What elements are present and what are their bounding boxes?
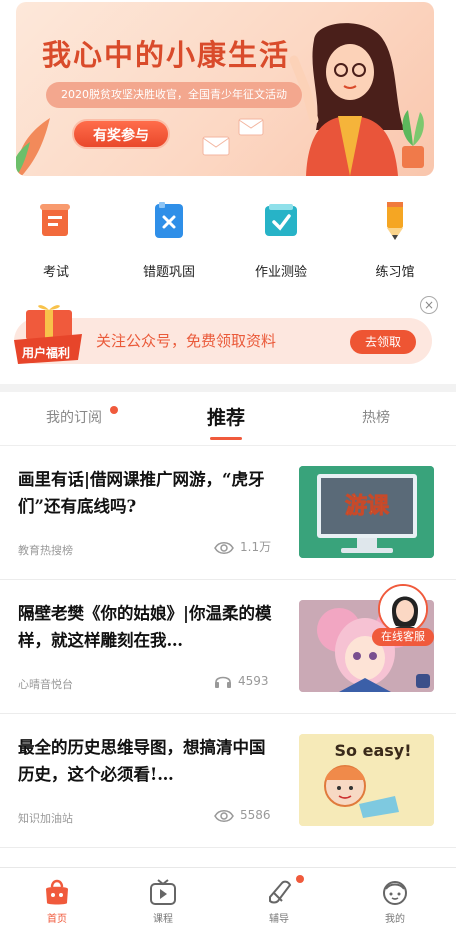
course-play-icon xyxy=(150,879,176,905)
article-title: 隔壁老樊《你的姑娘》|你温柔的模样，就这样雕刻在我… xyxy=(18,604,272,650)
play-count: 4593 xyxy=(238,674,269,688)
eye-icon xyxy=(214,810,234,822)
quick-menu: 考试 错题巩固 作业测验 练习馆 xyxy=(0,196,456,286)
menu-label: 考试 xyxy=(42,265,69,280)
banner-subtitle: 2020脱贫攻坚决胜收官，全国青少年征文活动 xyxy=(46,82,302,108)
section-divider xyxy=(0,384,456,392)
article-thumbnail: So easy! xyxy=(299,734,434,826)
wrong-questions-icon xyxy=(155,202,183,238)
nav-label: 课程 xyxy=(153,914,173,925)
customer-service-button[interactable]: 在线客服 xyxy=(372,584,434,650)
eye-icon xyxy=(214,542,234,554)
promo-text: 关注公众号，免费领取资料 xyxy=(96,332,277,350)
menu-wrong-questions[interactable]: 错题巩固 xyxy=(124,196,214,280)
gift-icon: 用户福利 xyxy=(14,305,82,364)
tab-recommend[interactable]: 推荐 xyxy=(166,392,286,446)
menu-label: 练习馆 xyxy=(375,265,415,280)
activity-banner[interactable]: 我心中的小康生活 2020脱贫攻坚决胜收官，全国青少年征文活动 有奖参与 xyxy=(16,2,434,176)
article-item[interactable]: 画里有话|借网课推广网游，“虎牙们”还有底线吗? 教育热搜榜 1.1万 游课 xyxy=(0,446,456,580)
article-item[interactable]: 最全的历史思维导图，想搞清中国历史，这个必须看!… 知识加油站 5586 So … xyxy=(0,714,456,848)
tutoring-eraser-icon xyxy=(269,880,292,904)
envelope-icon xyxy=(202,136,230,156)
tab-subscriptions[interactable]: 我的订阅 xyxy=(14,392,134,446)
thumbnail-text: So easy! xyxy=(335,741,412,760)
nav-label: 我的 xyxy=(385,914,405,925)
tab-label: 我的订阅 xyxy=(46,410,102,426)
bottom-nav: 首页 课程 辅导 我的 xyxy=(0,867,456,931)
menu-label: 错题巩固 xyxy=(142,265,195,280)
nav-label: 首页 xyxy=(47,914,67,925)
home-bag-icon xyxy=(46,879,68,905)
menu-practice[interactable]: 练习馆 xyxy=(350,196,440,280)
view-count: 1.1万 xyxy=(240,540,272,554)
article-stat: 1.1万 xyxy=(214,538,294,556)
nav-course[interactable]: 课程 xyxy=(106,868,220,931)
leaf-decoration-icon xyxy=(16,118,50,176)
claim-button[interactable]: 去领取 xyxy=(350,330,416,354)
tab-label: 推荐 xyxy=(206,407,245,429)
promo-badge-text: 用户福利 xyxy=(21,345,70,360)
close-icon[interactable]: × xyxy=(420,296,438,314)
nav-label: 辅导 xyxy=(269,914,289,925)
active-tab-indicator xyxy=(210,437,242,440)
article-stat: 4593 xyxy=(214,672,294,690)
agent-avatar xyxy=(378,584,428,634)
article-stat: 5586 xyxy=(214,806,294,824)
article-source: 教育热搜榜 xyxy=(18,544,73,557)
nav-home[interactable]: 首页 xyxy=(0,868,114,931)
participate-button[interactable]: 有奖参与 xyxy=(72,119,170,149)
customer-service-label: 在线客服 xyxy=(372,628,434,646)
headphones-icon xyxy=(215,676,231,688)
promo-strip[interactable]: 用户福利 关注公众号，免费领取资料 去领取 xyxy=(14,305,432,364)
view-count: 5586 xyxy=(240,808,271,822)
exam-scroll-icon xyxy=(40,204,70,236)
homework-check-icon xyxy=(265,204,297,236)
article-source: 知识加油站 xyxy=(18,812,73,825)
potted-plant-icon xyxy=(402,110,424,168)
notification-dot xyxy=(296,875,304,883)
notification-dot xyxy=(110,406,118,414)
envelope-icon xyxy=(238,118,264,136)
article-source: 心晴音悦台 xyxy=(18,678,73,691)
menu-homework[interactable]: 作业测验 xyxy=(236,196,326,280)
monitor-illustration: 游课 xyxy=(299,466,434,558)
nav-profile[interactable]: 我的 xyxy=(338,868,452,931)
feed-tabs: 我的订阅 推荐 热榜 xyxy=(0,392,456,446)
article-thumbnail: 游课 xyxy=(299,466,434,558)
article-title: 最全的历史思维导图，想搞清中国历史，这个必须看!… xyxy=(18,738,266,784)
tab-label: 热榜 xyxy=(362,410,390,426)
agent-avatar-icon xyxy=(380,586,426,632)
menu-exam[interactable]: 考试 xyxy=(11,196,101,280)
banner-title: 我心中的小康生活 xyxy=(42,38,291,72)
thumbnail-text: 游课 xyxy=(345,493,390,519)
nav-tutoring[interactable]: 辅导 xyxy=(222,868,336,931)
profile-face-icon xyxy=(383,881,407,905)
cartoon-girl-illustration: So easy! xyxy=(299,734,434,826)
menu-label: 作业测验 xyxy=(254,265,307,280)
pencil-icon xyxy=(387,202,403,240)
tab-hot-list[interactable]: 热榜 xyxy=(316,392,436,446)
article-title: 画里有话|借网课推广网游，“虎牙们”还有底线吗? xyxy=(18,470,265,516)
